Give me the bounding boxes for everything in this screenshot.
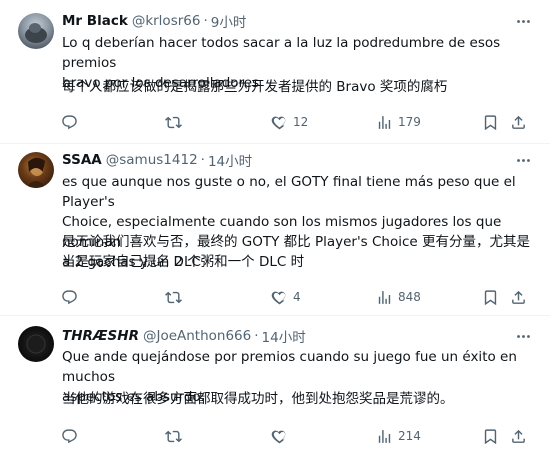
timestamp[interactable]: 14小时 — [208, 150, 252, 170]
share-icon — [510, 428, 527, 445]
avatar-image — [25, 23, 47, 43]
tweet-header: THRÆSHR @JoeAnthon666 · 14小时 — [62, 326, 306, 346]
retweet-icon — [165, 289, 182, 306]
more-icon[interactable] — [514, 12, 532, 30]
avatar[interactable] — [18, 13, 54, 49]
like-count: 12 — [293, 115, 309, 129]
reply-button[interactable] — [61, 286, 78, 308]
like-button[interactable]: 4 — [271, 286, 301, 308]
display-name[interactable]: SSAA — [62, 152, 102, 168]
retweet-button[interactable] — [165, 425, 182, 447]
timestamp[interactable]: 9小时 — [211, 11, 247, 31]
views-icon — [376, 114, 393, 131]
avatar-image — [26, 157, 46, 188]
like-button[interactable] — [271, 425, 293, 447]
views-icon — [376, 428, 393, 445]
share-button[interactable] — [510, 111, 527, 133]
bookmark-icon — [482, 428, 499, 445]
views-count: 848 — [398, 290, 421, 304]
separator-dot: · — [200, 152, 205, 168]
tweet-actions: 4 848 — [0, 286, 550, 308]
share-button[interactable] — [510, 286, 527, 308]
tweet-translation: 是无论我们喜欢与否，最终的 GOTY 都比 Player's Choice 更有… — [62, 234, 531, 270]
like-button[interactable]: 12 — [271, 111, 308, 133]
avatar[interactable] — [18, 152, 54, 188]
bookmark-button[interactable] — [482, 425, 499, 447]
views-button[interactable]: 214 — [376, 425, 421, 447]
reply-icon — [61, 428, 78, 445]
avatar[interactable] — [18, 326, 54, 362]
retweet-icon — [165, 428, 182, 445]
share-button[interactable] — [510, 425, 527, 447]
views-button[interactable]: 179 — [376, 111, 421, 133]
share-icon — [510, 289, 527, 306]
views-button[interactable]: 848 — [376, 286, 421, 308]
user-handle[interactable]: @krlosr66 — [132, 13, 201, 29]
bookmark-button[interactable] — [482, 111, 499, 133]
reply-button[interactable] — [61, 425, 78, 447]
like-icon — [271, 114, 288, 131]
tweet-actions: 12 179 — [0, 111, 550, 133]
share-icon — [510, 114, 527, 131]
more-icon[interactable] — [514, 151, 532, 169]
like-count: 4 — [293, 290, 301, 304]
tweet-actions: 214 — [0, 425, 550, 447]
like-icon — [271, 428, 288, 445]
separator-dot: · — [203, 13, 208, 29]
reply-icon — [61, 289, 78, 306]
tweet-translation: 每个人都应该做的是揭露那些为开发者提供的 Bravo 奖项的腐朽 — [62, 79, 448, 95]
bookmark-icon — [482, 289, 499, 306]
retweet-button[interactable] — [165, 111, 182, 133]
tweet-header: SSAA @samus1412 · 14小时 — [62, 150, 252, 170]
views-count: 214 — [398, 429, 421, 443]
tweet-header: Mr Black @krlosr66 · 9小时 — [62, 11, 247, 31]
timestamp[interactable]: 14小时 — [262, 326, 306, 346]
views-count: 179 — [398, 115, 421, 129]
retweet-icon — [165, 114, 182, 131]
like-icon — [271, 289, 288, 306]
display-name[interactable]: Mr Black — [62, 13, 128, 29]
separator-dot: · — [254, 328, 259, 344]
tweet-translation: 当他的游戏在很多方面都取得成功时，他到处抱怨奖品是荒谬的。 — [62, 391, 454, 407]
bookmark-button[interactable] — [482, 286, 499, 308]
bookmark-icon — [482, 114, 499, 131]
tweet-card[interactable]: THRÆSHR @JoeAnthon666 · 14小时 Que ande qu… — [0, 316, 550, 457]
retweet-button[interactable] — [165, 286, 182, 308]
views-icon — [376, 289, 393, 306]
user-handle[interactable]: @JoeAnthon666 — [143, 328, 251, 344]
user-handle[interactable]: @samus1412 — [106, 152, 198, 168]
reply-icon — [61, 114, 78, 131]
display-name[interactable]: THRÆSHR — [62, 328, 139, 344]
tweet-card[interactable]: SSAA @samus1412 · 14小时 es que aunque nos… — [0, 144, 550, 316]
more-icon[interactable] — [514, 327, 532, 345]
tweet-card[interactable]: Mr Black @krlosr66 · 9小时 Lo q deberían h… — [0, 0, 550, 144]
avatar-image — [26, 334, 46, 354]
reply-button[interactable] — [61, 111, 78, 133]
